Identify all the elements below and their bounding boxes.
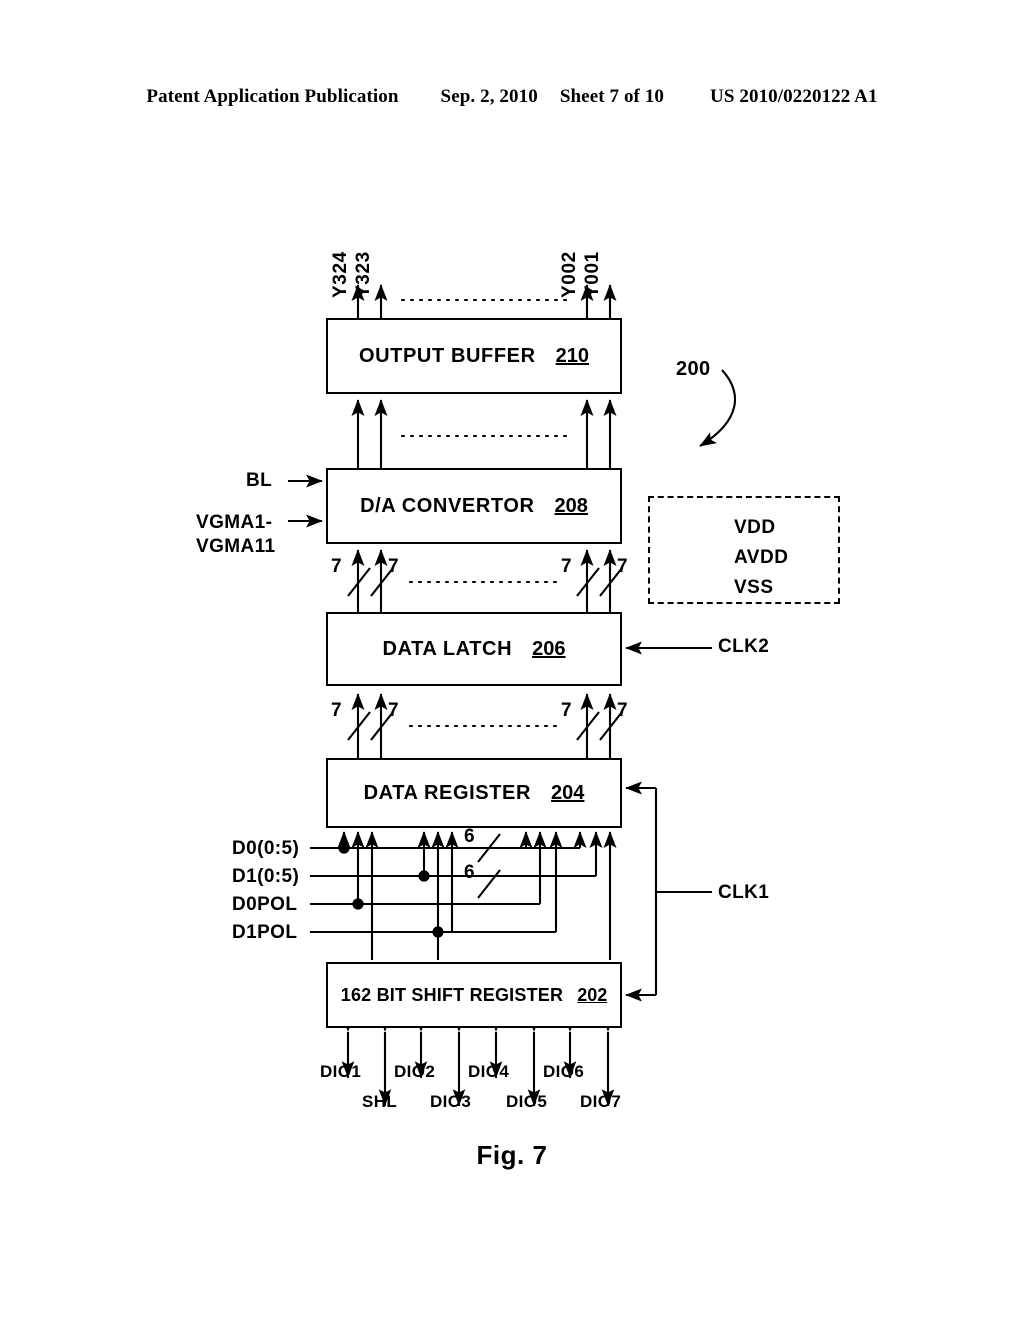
wire-junction-dots [338, 842, 444, 938]
signal-label-vgma-1: VGMA1- [196, 512, 273, 533]
dio-label-dio1: DIO1 [320, 1062, 362, 1081]
dio-label-shl: SHL [362, 1092, 398, 1111]
bus-width-latch-right-2: 7 [617, 700, 628, 721]
signal-label-vgma-2: VGMA11 [196, 536, 276, 557]
system-reference-label: 200 [676, 358, 711, 380]
block-data-latch[interactable]: DATA LATCH 206 [326, 612, 622, 686]
block-shift-register[interactable]: 162 BIT SHIFT REGISTER 202 [326, 962, 622, 1028]
signal-label-bl: BL [246, 470, 273, 491]
clk1-wire [625, 781, 712, 1002]
dac-to-buffer-arrows [351, 399, 617, 468]
block-data-register-label: DATA REGISTER [363, 781, 532, 804]
output-label-y002: Y002 [559, 251, 580, 298]
bus-width-latch-left-2: 7 [388, 700, 399, 721]
block-data-register[interactable]: DATA REGISTER 204 [326, 758, 622, 828]
bus-width-dac-right-2: 7 [617, 556, 628, 577]
block-output-buffer-ref: 210 [555, 344, 590, 367]
output-label-y324: Y324 [330, 251, 351, 298]
dio-label-dio6: DIO6 [543, 1062, 585, 1081]
block-output-buffer[interactable]: OUTPUT BUFFER 210 [326, 318, 622, 394]
signal-label-d0: D0(0:5) [232, 838, 300, 859]
block-data-latch-ref: 206 [532, 637, 566, 660]
output-label-y323: Y323 [353, 251, 374, 298]
dio-label-dio7: DIO7 [580, 1092, 622, 1111]
bus-slash-data-in [477, 833, 501, 899]
signal-label-d1pol: D1POL [232, 922, 298, 943]
dio-label-dio2: DIO2 [394, 1062, 436, 1081]
block-output-buffer-label: OUTPUT BUFFER [358, 344, 536, 367]
power-rail-vdd: VDD [734, 517, 776, 538]
signal-label-clk2: CLK2 [718, 636, 770, 657]
system-callout-arrow [699, 369, 736, 447]
output-label-y001: Y001 [582, 251, 603, 298]
block-data-latch-label: DATA LATCH [382, 637, 513, 660]
bus-width-data-in-2: 6 [464, 862, 475, 883]
bus-width-data-in-1: 6 [464, 826, 475, 847]
bus-width-dac-left-1: 7 [331, 556, 342, 577]
bus-width-dac-right-1: 7 [561, 556, 572, 577]
bus-width-latch-left-1: 7 [331, 700, 342, 721]
signal-label-d1: D1(0:5) [232, 866, 300, 887]
power-rail-avdd: AVDD [734, 547, 789, 568]
signal-label-d0pol: D0POL [232, 894, 298, 915]
block-data-register-ref: 204 [551, 781, 585, 804]
dio-label-dio5: DIO5 [506, 1092, 548, 1111]
power-rail-vss: VSS [734, 577, 774, 598]
bus-width-dac-left-2: 7 [388, 556, 399, 577]
signal-label-clk1: CLK1 [718, 882, 770, 903]
block-dac[interactable]: D/A CONVERTOR 208 [326, 468, 622, 544]
block-shift-register-label: 162 BIT SHIFT REGISTER [340, 984, 564, 1005]
power-rail-box: VDD AVDD VSS [648, 496, 840, 604]
figure-caption: Fig. 7 [476, 1140, 548, 1170]
dio-label-dio3: DIO3 [430, 1092, 472, 1111]
register-input-arrows [337, 831, 617, 960]
dio-label-dio4: DIO4 [468, 1062, 510, 1081]
block-dac-ref: 208 [554, 494, 588, 517]
bus-width-latch-right-1: 7 [561, 700, 572, 721]
block-shift-register-ref: 202 [577, 984, 608, 1005]
block-dac-label: D/A CONVERTOR [360, 494, 535, 517]
dac-input-arrows [288, 474, 323, 528]
